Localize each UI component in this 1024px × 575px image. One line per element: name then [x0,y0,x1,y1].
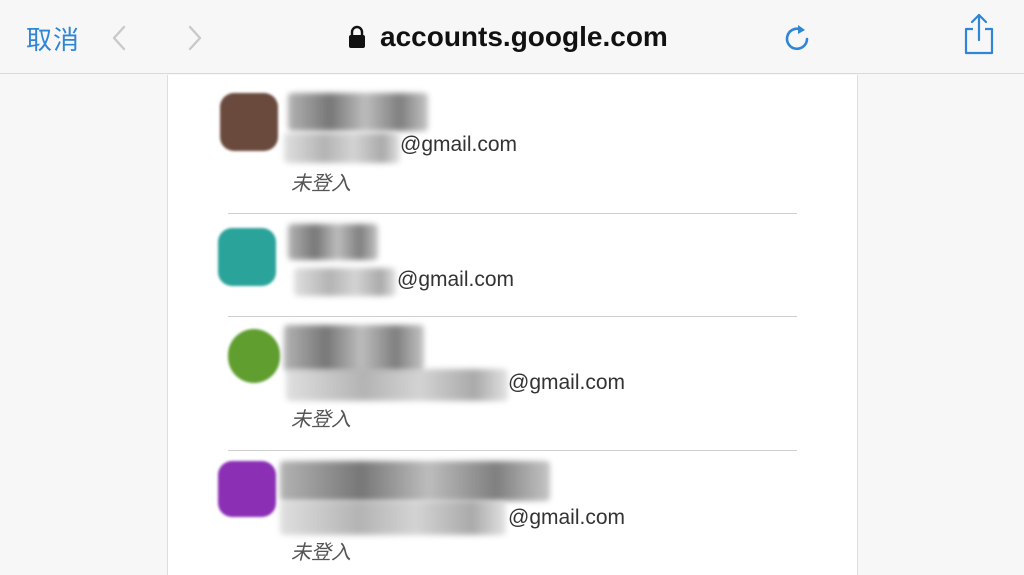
browser-toolbar: 取消 accounts.google.com [0,0,1024,74]
avatar [218,228,276,286]
page-content: @gmail.com 未登入 @gmail.com @gmail.com 未登入… [0,75,1024,575]
lock-icon [349,25,365,48]
account-name-redacted [280,461,550,501]
avatar [220,93,278,151]
account-item[interactable]: @gmail.com 未登入 [168,317,859,451]
avatar [218,461,276,517]
email-local-redacted [286,369,508,401]
account-item[interactable]: @gmail.com 未登入 [168,75,859,214]
account-item[interactable]: @gmail.com [168,214,859,317]
share-icon[interactable] [962,12,996,56]
signed-out-label: 未登入 [291,171,351,195]
email-domain: @gmail.com [508,371,626,394]
avatar [228,329,280,383]
account-item[interactable]: @gmail.com 未登入 [168,451,859,575]
account-chooser-card: @gmail.com 未登入 @gmail.com @gmail.com 未登入… [167,75,858,575]
email-domain: @gmail.com [397,268,515,291]
address-bar[interactable]: accounts.google.com [348,20,668,54]
account-name-redacted [288,93,428,131]
reload-icon[interactable] [782,22,814,54]
chevron-left-icon[interactable] [106,24,134,52]
signed-out-label: 未登入 [291,407,351,431]
signed-out-label: 未登入 [291,540,351,564]
cancel-button[interactable]: 取消 [26,20,80,57]
account-name-redacted [288,224,378,260]
email-local-redacted [284,133,400,163]
email-domain: @gmail.com [508,506,626,529]
email-local-redacted [280,501,506,535]
account-name-redacted [284,325,424,371]
chevron-right-icon[interactable] [180,24,208,52]
email-domain: @gmail.com [400,133,518,156]
address-host: accounts.google.com [380,21,668,52]
email-local-redacted [294,268,396,296]
